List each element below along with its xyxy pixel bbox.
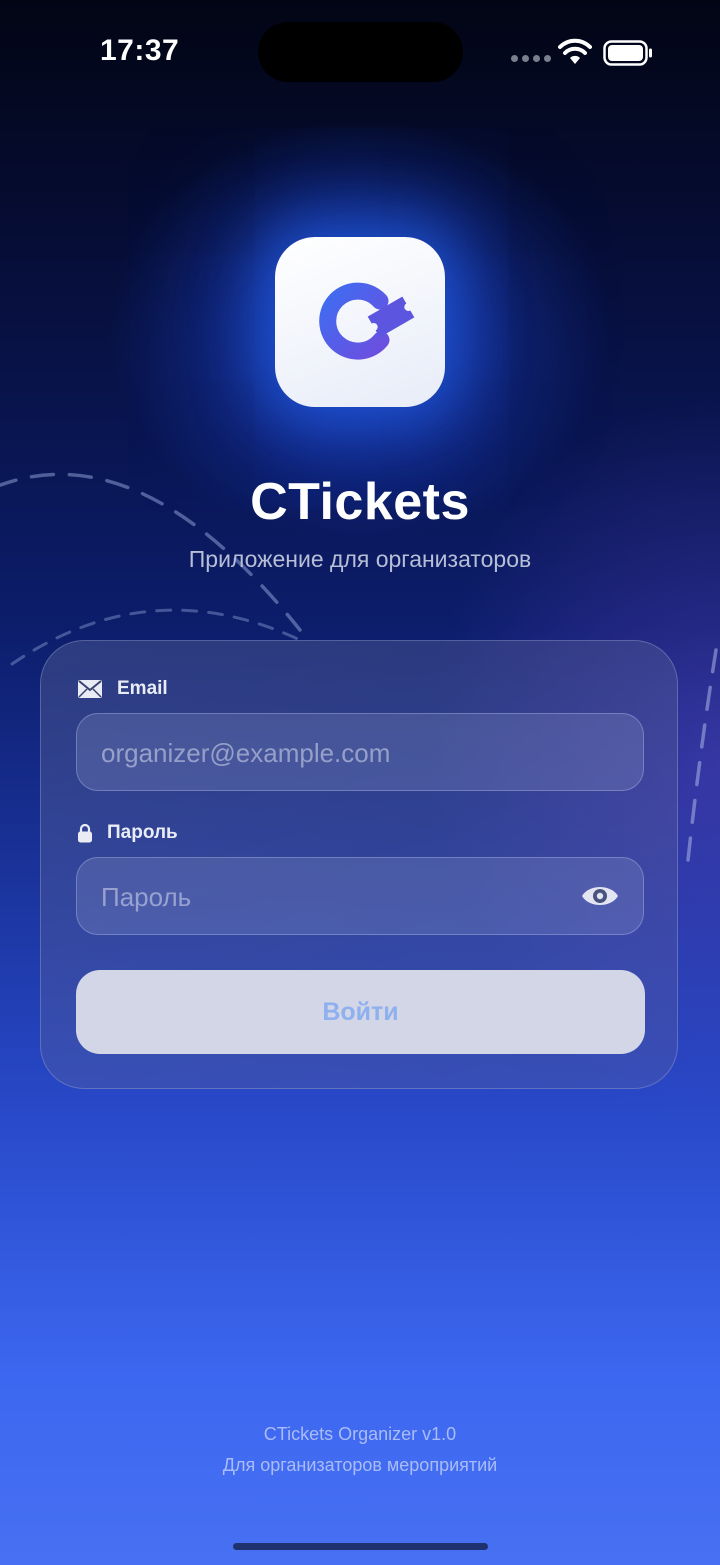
eye-icon[interactable] bbox=[581, 882, 619, 910]
email-input[interactable] bbox=[99, 714, 573, 792]
app-title: CTickets bbox=[250, 473, 470, 531]
footer-version: CTickets Organizer v1.0 bbox=[263, 1424, 457, 1444]
envelope-icon bbox=[78, 680, 102, 698]
password-label-text: Пароль bbox=[107, 822, 178, 843]
password-field[interactable] bbox=[76, 857, 644, 936]
app-subtitle: Приложение для организаторов bbox=[188, 546, 532, 572]
footer-tagline: Для организаторов мероприятий bbox=[222, 1455, 498, 1475]
login-button[interactable]: Войти bbox=[76, 970, 645, 1054]
app-logo bbox=[275, 237, 445, 407]
dynamic-island bbox=[258, 22, 463, 82]
login-card: Email Пароль Войти bbox=[40, 640, 678, 1089]
wifi-icon bbox=[558, 38, 592, 64]
cticket-logo-icon bbox=[319, 282, 415, 360]
home-indicator bbox=[233, 1543, 488, 1550]
status-bar: 17:37 bbox=[0, 0, 720, 100]
status-time: 17:37 bbox=[100, 34, 180, 67]
email-label-text: Email bbox=[117, 678, 168, 699]
cellular-signal-icon bbox=[511, 55, 551, 62]
battery-icon bbox=[603, 40, 652, 66]
email-field[interactable] bbox=[76, 713, 644, 792]
password-input[interactable] bbox=[99, 858, 573, 936]
password-label: Пароль bbox=[77, 822, 178, 844]
lock-icon bbox=[78, 823, 92, 843]
email-label: Email bbox=[77, 678, 168, 700]
